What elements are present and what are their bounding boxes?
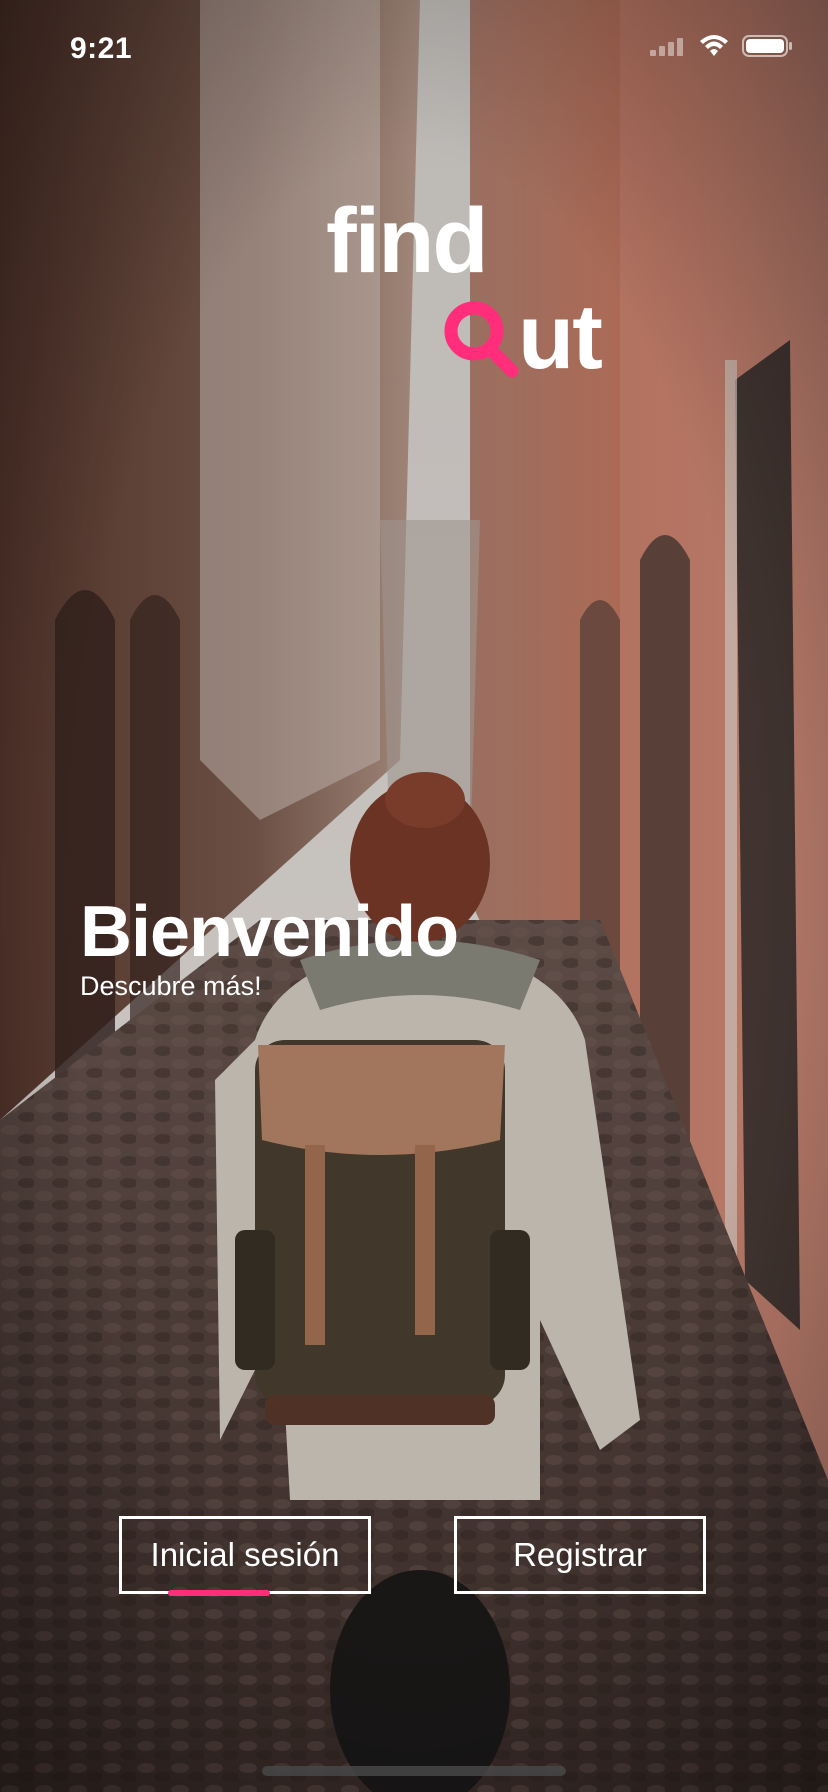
magnifier-q-icon xyxy=(440,297,528,390)
login-active-underline xyxy=(168,1590,270,1596)
cellular-signal-icon xyxy=(650,36,686,61)
logo-word-find: find xyxy=(326,190,489,292)
register-button-label: Registrar xyxy=(513,1536,647,1573)
wifi-icon xyxy=(698,34,730,63)
login-button[interactable]: Inicial sesión xyxy=(119,1516,371,1594)
home-indicator[interactable] xyxy=(262,1766,566,1776)
status-icons xyxy=(650,34,794,63)
battery-icon xyxy=(742,34,794,63)
register-button[interactable]: Registrar xyxy=(454,1516,706,1594)
welcome-title: Bienvenido xyxy=(80,892,459,972)
welcome-subtitle: Descubre más! xyxy=(80,971,262,1001)
logo-word-ut: ut xyxy=(518,286,603,388)
status-bar: 9:21 xyxy=(0,0,828,100)
status-time: 9:21 xyxy=(70,32,133,65)
findout-logo: find ut xyxy=(320,195,640,395)
login-button-label: Inicial sesión xyxy=(150,1536,340,1573)
